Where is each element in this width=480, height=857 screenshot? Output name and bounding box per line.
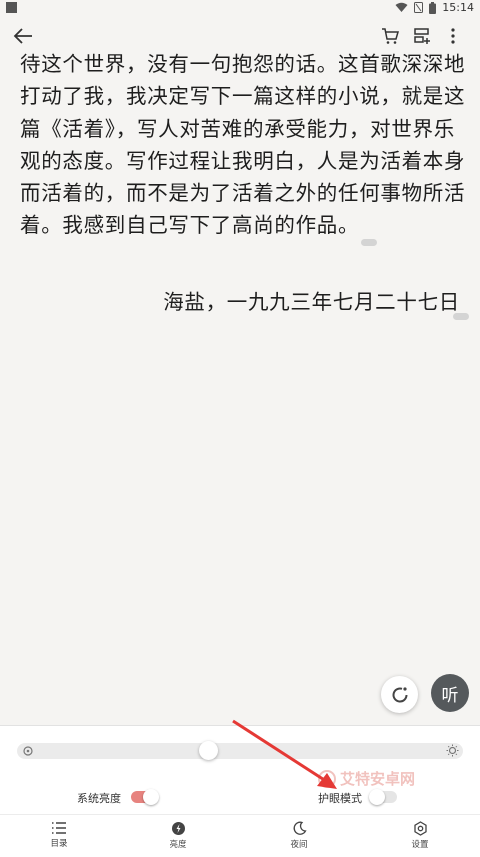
nav-brightness[interactable]: 亮度 xyxy=(148,818,208,850)
signature-comment-badge[interactable] xyxy=(453,313,469,320)
system-brightness-label: 系统亮度 xyxy=(77,792,121,805)
listen-button[interactable]: 听 xyxy=(431,674,469,712)
signature-line: 海盐，一九九三年七月二十七日 xyxy=(163,290,460,314)
wifi-icon xyxy=(395,2,408,12)
back-arrow-icon[interactable] xyxy=(12,25,34,47)
add-to-shelf-icon[interactable] xyxy=(412,26,432,46)
nav-label: 亮度 xyxy=(169,840,187,850)
brightness-icon xyxy=(171,822,185,835)
refresh-button[interactable] xyxy=(381,676,418,713)
no-sim-icon xyxy=(414,2,424,13)
list-icon xyxy=(52,822,66,834)
refresh-icon xyxy=(392,686,407,702)
nav-label: 目录 xyxy=(50,839,68,849)
notification-icon xyxy=(6,2,17,13)
paragraph-comment-badge[interactable] xyxy=(361,238,378,246)
annotation-arrow xyxy=(232,719,337,789)
nav-catalog[interactable]: 目录 xyxy=(29,818,89,849)
battery-icon xyxy=(429,1,437,14)
toggle-knob xyxy=(143,789,159,805)
more-options-icon[interactable] xyxy=(443,26,463,46)
eye-care-toggle[interactable] xyxy=(369,789,397,805)
toggle-knob xyxy=(369,789,385,805)
bottom-nav: 目录 亮度 夜间 设置 xyxy=(0,814,480,857)
brightness-high-icon xyxy=(446,744,459,757)
status-bar: 15:14 xyxy=(0,0,480,16)
nav-night[interactable]: 夜间 xyxy=(269,818,329,850)
system-brightness-toggle[interactable] xyxy=(131,789,159,805)
nav-settings[interactable]: 设置 xyxy=(390,818,450,850)
gear-icon xyxy=(413,821,427,836)
status-indicators: 15:14 xyxy=(395,1,474,14)
cart-icon[interactable] xyxy=(380,26,400,46)
clock: 15:14 xyxy=(442,1,474,14)
paragraph: 待这个世界，没有一句抱怨的话。这首歌深深地打动了我，我决定写下一篇这样的小说，就… xyxy=(20,48,466,246)
brightness-slider-thumb[interactable] xyxy=(199,741,218,760)
nav-label: 设置 xyxy=(411,840,429,850)
moon-icon xyxy=(293,821,307,835)
nav-label: 夜间 xyxy=(290,840,308,850)
reading-content: 待这个世界，没有一句抱怨的话。这首歌深深地打动了我，我决定写下一篇这样的小说，就… xyxy=(20,48,466,246)
brightness-low-icon xyxy=(23,746,33,756)
